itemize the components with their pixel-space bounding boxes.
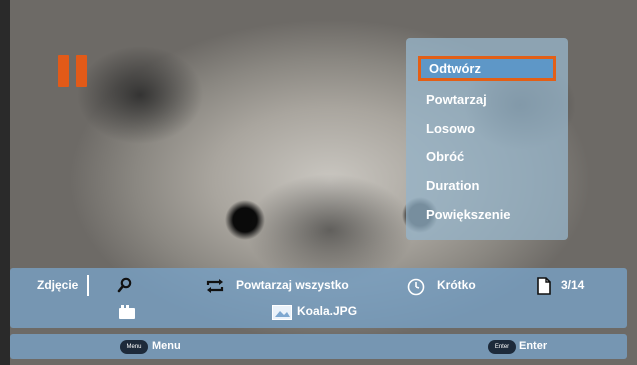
menu-item-duration[interactable]: Duration — [418, 173, 556, 198]
category-label: Zdjęcie — [37, 278, 79, 292]
menu-key-badge: Menu — [120, 340, 148, 354]
clock-icon — [407, 278, 425, 296]
search-icon[interactable] — [117, 277, 133, 293]
menu-item-play[interactable]: Odtwórz — [418, 56, 556, 81]
repeat-icon — [206, 279, 224, 293]
enter-key-badge: Enter — [488, 340, 516, 354]
repeat-mode-label: Powtarzaj wszystko — [236, 278, 349, 292]
divider — [87, 275, 89, 296]
menu-key-label: Menu — [152, 340, 181, 352]
menu-item-zoom[interactable]: Powiększenie — [418, 202, 556, 227]
film-icon — [119, 305, 135, 319]
enter-key-label: Enter — [519, 340, 548, 352]
filename-label: Koala.JPG — [297, 304, 358, 318]
page-counter: 3/14 — [561, 278, 585, 292]
document-icon — [537, 277, 551, 295]
info-bar — [10, 268, 627, 328]
options-menu: Odtwórz Powtarzaj Losowo Obróć Duration … — [406, 38, 568, 240]
left-edge-strip — [0, 0, 10, 365]
menu-item-repeat[interactable]: Powtarzaj — [418, 87, 556, 112]
image-file-icon — [272, 305, 292, 320]
duration-value: Krótko — [437, 278, 476, 292]
photo-viewer-screen: Odtwórz Powtarzaj Losowo Obróć Duration … — [0, 0, 637, 365]
menu-item-rotate[interactable]: Obróć — [418, 144, 556, 169]
menu-item-shuffle[interactable]: Losowo — [418, 116, 556, 141]
pause-icon — [58, 55, 92, 87]
